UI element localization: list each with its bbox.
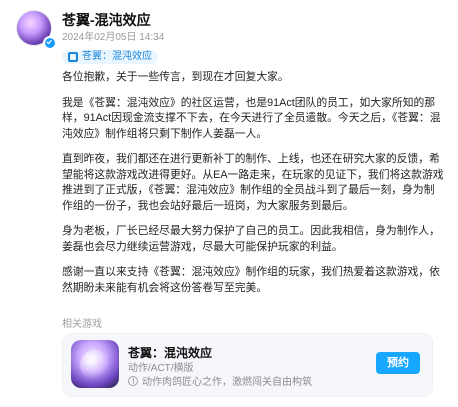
game-description-text: 动作肉鸽匠心之作，激燃闯关自由构筑 bbox=[142, 377, 312, 388]
paragraph-1: 各位抱歉，关于一些传言，到现在才回复大家。 bbox=[62, 71, 289, 83]
post-timestamp: 2024年02月05日 14:34 bbox=[62, 32, 165, 43]
game-tag-label: 苍翼：混沌效应 bbox=[82, 51, 152, 62]
related-games-label: 相关游戏 bbox=[62, 319, 102, 330]
paragraph-3: 直到昨夜，我们都还在进行更新补丁的制作、上线，也还在研究大家的反馈，希望能将这款… bbox=[62, 153, 444, 212]
reserve-button[interactable]: 预约 bbox=[376, 352, 420, 374]
paragraph-5: 感谢一直以来支持《苍翼：混沌效应》制作组的玩家，我们热爱着这款游戏，依然期盼未来… bbox=[62, 266, 440, 294]
game-icon[interactable] bbox=[71, 340, 119, 388]
game-tag-icon bbox=[68, 52, 78, 62]
verified-badge-icon bbox=[43, 36, 57, 50]
author-name[interactable]: 苍翼-混沌效应 bbox=[62, 12, 151, 28]
paragraph-2: 我是《苍翼：混沌效应》的社区运营，也是91Act团队的员工，如大家所知的那样，9… bbox=[62, 96, 441, 140]
related-game-card[interactable]: 苍翼：混沌效应 动作/ACT/横版 动作肉鸽匠心之作，激燃闯关自由构筑 预约 bbox=[62, 333, 433, 397]
post-content: 各位抱歉，关于一些传言，到现在才回复大家。 我是《苍翼：混沌效应》的社区运营，也… bbox=[62, 70, 444, 296]
info-icon bbox=[128, 375, 138, 386]
post-view: 苍翼-混沌效应 2024年02月05日 14:34 苍翼：混沌效应 各位抱歉，关… bbox=[0, 0, 458, 407]
post-header: 苍翼-混沌效应 2024年02月05日 14:34 bbox=[12, 8, 446, 50]
game-genre: 动作/ACT/横版 bbox=[128, 363, 194, 374]
game-tag[interactable]: 苍翼：混沌效应 bbox=[62, 50, 158, 64]
paragraph-4: 身为老板，厂长已经尽最大努力保护了自己的员工。因此我相信，身为制作人，姜磊也会尽… bbox=[62, 225, 440, 253]
game-description: 动作肉鸽匠心之作，激燃闯关自由构筑 bbox=[128, 373, 312, 388]
